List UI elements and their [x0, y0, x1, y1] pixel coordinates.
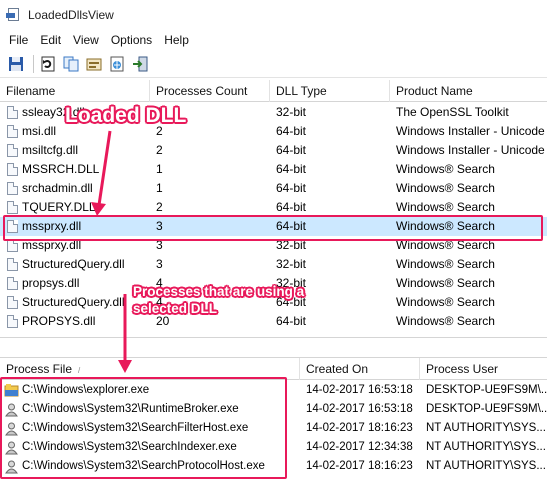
cell-created-on: 14-02-2017 18:16:23 — [306, 422, 413, 434]
refresh-button[interactable] — [38, 54, 58, 74]
cell-processes-count: 1 — [156, 162, 163, 176]
cell-product-name: Windows® Search — [396, 295, 495, 309]
cell-dll-type: 64-bit — [276, 124, 307, 138]
cell-product-name: Windows® Search — [396, 181, 495, 195]
cell-created-on: 14-02-2017 16:53:18 — [306, 384, 413, 396]
column-header-filename[interactable]: Filename — [0, 80, 150, 102]
column-header-process-user[interactable]: Process User — [420, 358, 547, 380]
cell-created-on: 14-02-2017 12:34:38 — [306, 441, 413, 453]
cell-processes-count: 2 — [156, 143, 163, 157]
title-bar: LoadedDllsView — [0, 0, 547, 30]
copy-button[interactable] — [61, 54, 81, 74]
table-row[interactable]: msiltcfg.dll 2 64-bit Windows Installer - U… — [0, 141, 547, 160]
cell-filename: MSSRCH.DLL — [22, 162, 100, 176]
cell-product-name: Windows® Search — [396, 314, 495, 328]
table-row[interactable]: srchadmin.dll 1 64-bit Windows® Search — [0, 179, 547, 198]
window-title: LoadedDllsView — [28, 8, 114, 22]
column-header-dll-type[interactable]: DLL Type — [270, 80, 390, 102]
selected-row-highlight-box — [3, 215, 543, 241]
save-button[interactable] — [6, 54, 26, 74]
refresh-icon — [41, 56, 55, 71]
cell-product-name: Windows® Search — [396, 162, 495, 176]
cell-dll-type: 32-bit — [276, 105, 307, 119]
column-header-process-file-label: Process File — [6, 362, 73, 376]
cell-filename: StructuredQuery.dll — [22, 257, 125, 271]
toolbar-separator — [33, 54, 34, 73]
html-report-icon — [110, 56, 124, 71]
cell-processes-count: 1 — [156, 181, 163, 195]
exit-button[interactable] — [130, 54, 150, 74]
cell-process-user: NT AUTHORITY\SYS... — [426, 460, 546, 472]
cell-product-name: Windows Installer - Unicode — [396, 124, 545, 138]
cell-filename: PROPSYS.dll — [22, 314, 96, 328]
processes-annotation-line2: selected DLL — [133, 301, 218, 316]
menu-help[interactable]: Help — [159, 33, 194, 47]
properties-button[interactable] — [84, 54, 104, 74]
cell-created-on: 14-02-2017 16:53:18 — [306, 403, 413, 415]
cell-process-user: DESKTOP-UE9FS9M\... — [426, 403, 547, 415]
menu-view[interactable]: View — [68, 33, 104, 47]
cell-product-name: Windows® Search — [396, 276, 495, 290]
save-icon — [9, 56, 23, 71]
process-list-highlight-box — [0, 377, 287, 479]
cell-process-user: DESKTOP-UE9FS9M\... — [426, 384, 547, 396]
dll-list-header: Filename Processes Count DLL Type Produc… — [0, 80, 547, 102]
cell-process-user: NT AUTHORITY\SYS... — [426, 441, 546, 453]
cell-product-name: Windows Installer - Unicode — [396, 143, 545, 157]
menu-edit[interactable]: Edit — [35, 33, 66, 47]
table-row[interactable]: MSSRCH.DLL 1 64-bit Windows® Search — [0, 160, 547, 179]
table-row[interactable]: PROPSYS.dll 20 64-bit Windows® Search — [0, 312, 547, 331]
html-report-button[interactable] — [107, 54, 127, 74]
properties-icon — [86, 58, 102, 70]
menu-options[interactable]: Options — [106, 33, 157, 47]
cell-product-name: Windows® Search — [396, 257, 495, 271]
sort-arrow-icon: / — [78, 366, 81, 375]
cell-dll-type: 64-bit — [276, 314, 307, 328]
cell-filename: msiltcfg.dll — [22, 143, 79, 157]
cell-dll-type: 64-bit — [276, 143, 307, 157]
cell-filename: propsys.dll — [22, 276, 80, 290]
column-header-created-on[interactable]: Created On — [300, 358, 420, 380]
cell-product-name: The OpenSSL Toolkit — [396, 105, 509, 119]
cell-dll-type: 32-bit — [276, 257, 307, 271]
cell-process-user: NT AUTHORITY\SYS... — [426, 422, 546, 434]
toolbar — [0, 50, 547, 78]
table-row[interactable]: StructuredQuery.dll 3 32-bit Windows® Searc… — [0, 255, 547, 274]
pane-splitter[interactable] — [0, 337, 547, 358]
menu-file[interactable]: File — [4, 33, 33, 47]
exit-icon — [133, 56, 148, 71]
column-header-processes-count[interactable]: Processes Count — [150, 80, 270, 102]
loaded-dll-annotation: Loaded DLL — [65, 104, 187, 127]
processes-annotation-line1: Processes that are using a — [133, 284, 305, 299]
copy-icon — [63, 56, 79, 71]
cell-created-on: 14-02-2017 18:16:23 — [306, 460, 413, 472]
cell-dll-type: 64-bit — [276, 181, 307, 195]
cell-dll-type: 64-bit — [276, 162, 307, 176]
column-header-product-name[interactable]: Product Name — [390, 80, 547, 102]
app-icon — [6, 8, 22, 22]
cell-filename: StructuredQuery.dll — [22, 295, 125, 309]
menu-bar: File Edit View Options Help — [0, 30, 547, 50]
cell-processes-count: 3 — [156, 257, 163, 271]
cell-filename: srchadmin.dll — [22, 181, 93, 195]
